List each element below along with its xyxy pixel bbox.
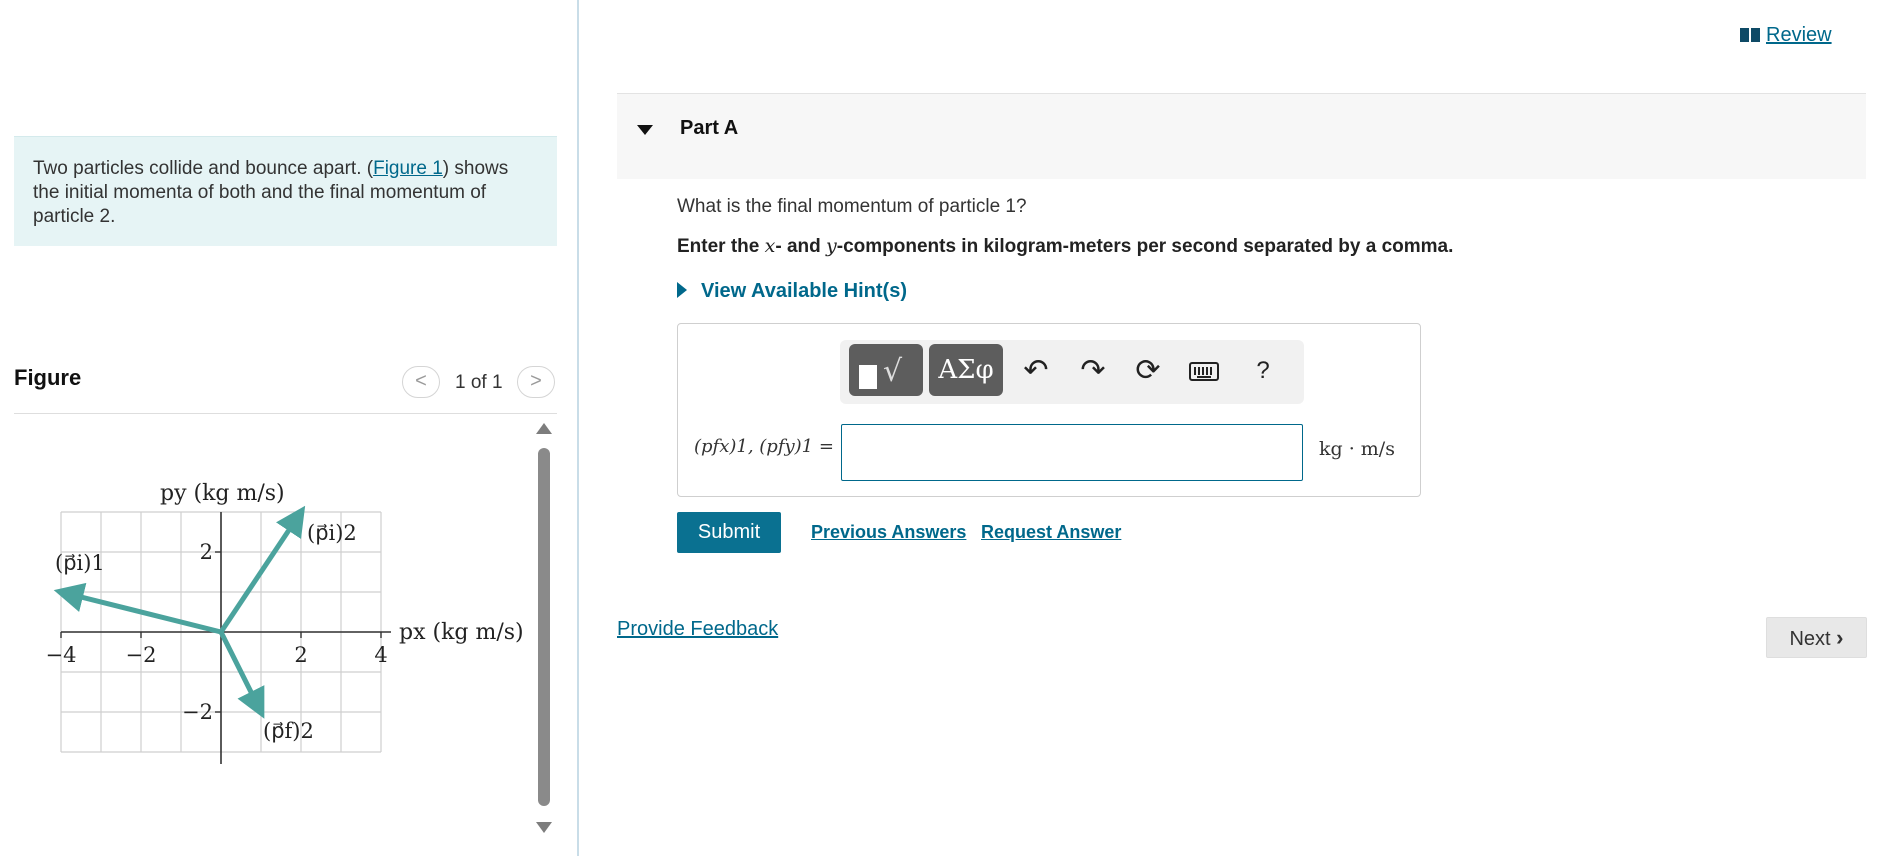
intro-text-start: Two particles collide and bounce apart. … (33, 158, 374, 179)
view-hints-toggle[interactable]: View Available Hint(s) (677, 280, 907, 303)
instruction-start: Enter the (677, 236, 765, 257)
figure-1-link[interactable]: Figure 1 (373, 158, 443, 179)
scrollbar-thumb[interactable] (538, 448, 550, 806)
x-tick-label: 4 (374, 643, 387, 667)
math-toolbar: √ ΑΣφ ↶ ↷ ⟳ ? (840, 340, 1304, 404)
redo-icon[interactable]: ↷ (1075, 354, 1111, 390)
y-axis-label: py (kg m/s) (160, 481, 285, 506)
radical-icon: √ (883, 354, 902, 389)
chevron-left-icon: < (415, 370, 427, 392)
question-text: What is the final momentum of particle 1… (677, 196, 1027, 217)
left-pane: Two particles collide and bounce apart. … (0, 0, 577, 856)
momentum-vector-diagram: −4 −2 2 4 2 −2 (p⃗i)1 (p⃗i)2 (p⃗f)2 py (kg m/s)… (46, 481, 524, 764)
next-figure-button[interactable]: > (517, 366, 555, 398)
reset-icon[interactable]: ⟳ (1130, 354, 1166, 390)
hint-label: View Available Hint(s) (701, 280, 907, 302)
instruction-middle: - and (775, 236, 827, 257)
x-axis-label: px (kg m/s) (399, 620, 524, 645)
scroll-down-arrow[interactable] (536, 822, 552, 833)
next-button[interactable]: Next › (1766, 617, 1867, 658)
submit-button[interactable]: Submit (677, 512, 781, 553)
unit-label: kg · m/s (1319, 438, 1395, 460)
answer-box: √ ΑΣφ ↶ ↷ ⟳ ? (pfx)1, (pfy)1 = kg · m/s (677, 323, 1421, 497)
y-tick-label: 2 (200, 540, 213, 564)
symbols-button[interactable]: ΑΣφ (929, 344, 1003, 396)
figure-divider (14, 413, 557, 414)
scroll-up-arrow[interactable] (536, 423, 552, 434)
x-tick-label: −4 (46, 643, 77, 667)
caret-down-icon[interactable] (637, 125, 653, 135)
x-tick-label: −2 (126, 643, 157, 667)
previous-figure-button[interactable]: < (402, 366, 440, 398)
caret-right-icon (677, 282, 687, 298)
chevron-right-icon: › (1836, 625, 1844, 650)
variable-y: y (826, 235, 837, 257)
chevron-right-icon: > (530, 370, 542, 392)
y-tick-label: −2 (182, 700, 213, 724)
vector-label: (p⃗i)1 (55, 551, 105, 575)
instruction-text: Enter the x- and y-components in kilogra… (677, 235, 1453, 258)
next-label: Next (1789, 628, 1831, 650)
keyboard-icon[interactable] (1189, 362, 1219, 381)
review-label: Review (1766, 24, 1832, 46)
previous-answers-link[interactable]: Previous Answers (811, 522, 966, 543)
provide-feedback-link[interactable]: Provide Feedback (617, 618, 778, 641)
figure-heading: Figure (14, 365, 82, 390)
pane-divider (577, 0, 579, 856)
x-tick-label: 2 (294, 643, 307, 667)
book-icon (1740, 28, 1760, 42)
square-icon (859, 365, 877, 389)
request-answer-link[interactable]: Request Answer (981, 522, 1121, 543)
vector-label: (p⃗i)2 (307, 521, 357, 545)
undo-icon[interactable]: ↶ (1018, 354, 1054, 390)
problem-intro: Two particles collide and bounce apart. … (14, 136, 557, 246)
figure-counter: 1 of 1 (455, 372, 503, 393)
variable-x: x (764, 235, 776, 257)
answer-label: (pfx)1, (pfy)1 = (694, 436, 834, 457)
help-button[interactable]: ? (1245, 354, 1281, 390)
templates-button[interactable]: √ (849, 344, 923, 396)
part-a-header[interactable]: Part A (617, 93, 1866, 179)
part-a-title: Part A (680, 117, 739, 139)
instruction-end: -components in kilogram-meters per secon… (836, 236, 1454, 257)
vector-label: (p⃗f)2 (263, 719, 314, 743)
answer-input[interactable] (841, 424, 1303, 481)
review-link[interactable]: Review (1740, 24, 1832, 47)
